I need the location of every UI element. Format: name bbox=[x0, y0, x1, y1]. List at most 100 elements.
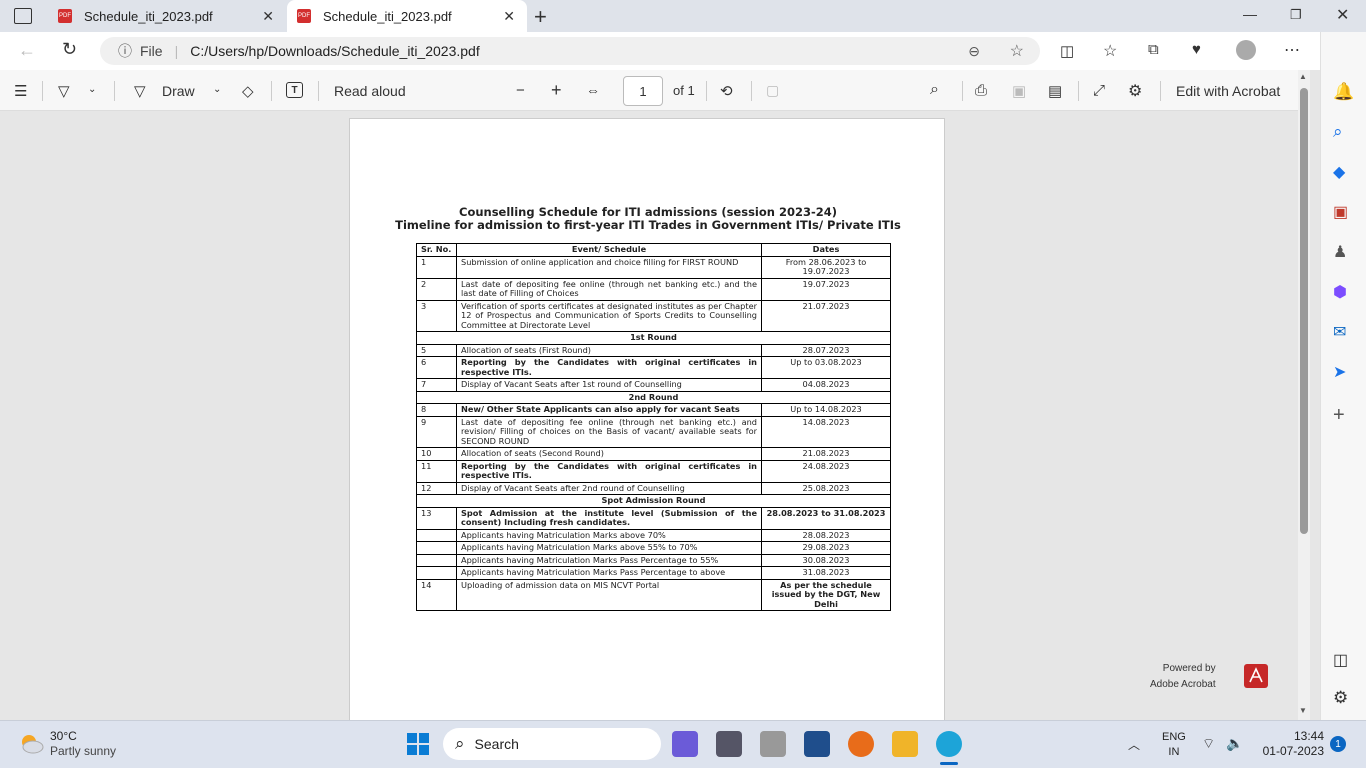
fullscreen-icon[interactable]: ⤢ bbox=[1093, 82, 1105, 99]
find-icon[interactable]: ⌕ bbox=[930, 81, 939, 99]
round-title: 1st Round bbox=[416, 331, 891, 345]
eraser-icon[interactable]: ◇ bbox=[242, 82, 254, 100]
save-as-icon[interactable]: ▤ bbox=[1048, 82, 1062, 100]
settings-icon[interactable]: ⚙ bbox=[1128, 81, 1142, 101]
table-row: 13 Spot Admission at the institute level … bbox=[416, 506, 891, 530]
edit-with-acrobat-button[interactable]: Edit with Acrobat bbox=[1176, 83, 1280, 99]
send-icon[interactable]: ➤ bbox=[1333, 362, 1346, 382]
performance-icon[interactable]: ♥ bbox=[1192, 41, 1201, 58]
back-icon[interactable]: ← bbox=[18, 40, 36, 61]
more-icon[interactable]: ⋯ bbox=[1284, 40, 1300, 60]
draw-button[interactable]: Draw bbox=[162, 83, 195, 99]
highlight-icon[interactable]: ▽ bbox=[58, 82, 70, 100]
shopping-tag-icon[interactable]: ◆ bbox=[1333, 162, 1345, 182]
firefox-icon[interactable] bbox=[848, 731, 874, 757]
table-row: 6 Reporting by the Candidates with origin… bbox=[416, 356, 891, 379]
close-window-icon[interactable]: ✕ bbox=[1336, 5, 1349, 25]
page-number-input[interactable]: 1 bbox=[623, 76, 663, 106]
games-icon[interactable]: ♟ bbox=[1333, 242, 1347, 262]
scroll-down-icon[interactable]: ▼ bbox=[1299, 706, 1307, 715]
favorite-star-icon[interactable]: ☆ bbox=[1010, 41, 1024, 61]
fit-page-icon[interactable]: ⇔ bbox=[586, 82, 600, 98]
teams-icon[interactable] bbox=[672, 731, 698, 757]
pdf-icon: PDF bbox=[297, 9, 311, 23]
draw-icon[interactable]: ▽ bbox=[134, 82, 146, 100]
tab-actions-icon[interactable] bbox=[14, 8, 32, 24]
table-row: Applicants having Matriculation Marks Pa… bbox=[416, 553, 891, 567]
weather-widget[interactable]: 30°C Partly sunny bbox=[50, 729, 116, 759]
print-icon[interactable]: ⎙ bbox=[975, 82, 987, 99]
gear-icon[interactable]: ⚙ bbox=[1333, 688, 1348, 708]
search-icon[interactable]: ⌕ bbox=[1333, 122, 1343, 142]
cell-event: Uploading of admission data on MIS NCVT … bbox=[456, 578, 762, 611]
save-icon[interactable]: ▣ bbox=[1012, 82, 1026, 100]
read-aloud-button[interactable]: Read aloud bbox=[334, 83, 406, 99]
table-row: 7 Display of Vacant Seats after 1st round… bbox=[416, 378, 891, 392]
cell-sr: 8 bbox=[416, 403, 457, 417]
cell-event: Allocation of seats (First Round) bbox=[456, 343, 762, 357]
url-field[interactable]: ⓘ File | C:/Users/hp/Downloads/Schedule_… bbox=[100, 37, 1040, 65]
restore-icon[interactable]: ❐ bbox=[1290, 7, 1302, 23]
start-icon[interactable] bbox=[406, 732, 430, 756]
zoom-out-icon[interactable]: − bbox=[516, 82, 525, 99]
clock-date: 01-07-2023 bbox=[1262, 744, 1324, 758]
cell-sr bbox=[416, 528, 457, 542]
powered-by: Powered by Adobe Acrobat bbox=[1150, 661, 1216, 693]
scroll-up-icon[interactable]: ▲ bbox=[1299, 72, 1307, 81]
scrollbar-thumb[interactable] bbox=[1300, 88, 1308, 534]
zoom-in-icon[interactable]: + bbox=[551, 80, 562, 101]
chevron-down-icon[interactable]: ⌄ bbox=[213, 84, 221, 95]
tools-icon[interactable]: ▣ bbox=[1333, 202, 1348, 222]
app-icon[interactable] bbox=[760, 731, 786, 757]
contents-icon[interactable]: ☰ bbox=[14, 82, 27, 100]
cell-event: Reporting by the Candidates with origina… bbox=[456, 356, 762, 379]
collections-icon[interactable]: ⧉ bbox=[1148, 41, 1159, 58]
cell-sr: 1 bbox=[416, 255, 457, 279]
sidebar-toggle-icon[interactable]: ◫ bbox=[1333, 650, 1348, 670]
volume-icon[interactable]: 🔈 bbox=[1226, 735, 1243, 752]
tab-1[interactable]: PDF Schedule_iti_2023.pdf ✕ bbox=[48, 0, 286, 32]
app-icon[interactable] bbox=[804, 731, 830, 757]
wifi-icon[interactable]: ⌔ bbox=[1202, 735, 1215, 753]
profile-avatar[interactable] bbox=[1236, 40, 1256, 60]
cell-dates: 19.07.2023 bbox=[761, 277, 891, 301]
language-indicator[interactable]: ENG IN bbox=[1162, 730, 1186, 760]
refresh-icon[interactable]: ↻ bbox=[62, 39, 77, 60]
table-row: 10 Allocation of seats (Second Round) 21.0… bbox=[416, 447, 891, 461]
cell-event: Allocation of seats (Second Round) bbox=[456, 447, 762, 461]
notification-badge[interactable]: 1 bbox=[1330, 736, 1346, 752]
cell-dates: 29.08.2023 bbox=[761, 541, 891, 555]
close-tab-icon[interactable]: ✕ bbox=[503, 8, 515, 25]
url-text: C:/Users/hp/Downloads/Schedule_iti_2023.… bbox=[190, 43, 480, 59]
weather-desc: Partly sunny bbox=[50, 744, 117, 758]
app-icon[interactable] bbox=[716, 731, 742, 757]
new-tab-icon[interactable]: + bbox=[534, 4, 547, 30]
office-icon[interactable]: ⬢ bbox=[1333, 282, 1347, 302]
outlook-icon[interactable]: ✉ bbox=[1333, 322, 1346, 342]
cell-sr: 3 bbox=[416, 299, 457, 332]
file-explorer-icon[interactable] bbox=[892, 731, 918, 757]
chevron-up-icon[interactable]: ︿ bbox=[1128, 736, 1140, 753]
cell-dates: Up to 14.08.2023 bbox=[761, 403, 891, 417]
bell-icon[interactable]: 🔔 bbox=[1333, 82, 1354, 102]
schedule-table: Sr. No. Event/ Schedule Dates 1 Submissio… bbox=[416, 243, 891, 611]
add-icon[interactable]: + bbox=[1333, 404, 1345, 427]
favorites-icon[interactable]: ☆ bbox=[1103, 41, 1117, 61]
info-icon[interactable]: ⓘ bbox=[118, 41, 132, 61]
split-screen-icon[interactable]: ◫ bbox=[1060, 42, 1074, 60]
zoom-icon[interactable]: ⊖ bbox=[968, 43, 980, 60]
weather-icon[interactable] bbox=[18, 731, 44, 755]
cell-dates: 25.08.2023 bbox=[761, 481, 891, 495]
header-event: Event/ Schedule bbox=[456, 243, 762, 257]
page-view-icon[interactable]: ▢ bbox=[766, 82, 779, 99]
cell-dates: From 28.06.2023 to 19.07.2023 bbox=[761, 255, 891, 279]
close-tab-icon[interactable]: ✕ bbox=[262, 8, 274, 25]
text-icon[interactable]: T bbox=[286, 82, 303, 98]
minimize-icon[interactable]: — bbox=[1243, 6, 1257, 22]
tab-2[interactable]: PDF Schedule_iti_2023.pdf ✕ bbox=[287, 0, 527, 32]
edge-icon[interactable] bbox=[936, 731, 962, 757]
rotate-icon[interactable]: ⟲ bbox=[720, 82, 733, 100]
chevron-down-icon[interactable]: ⌄ bbox=[88, 84, 96, 95]
taskbar-search[interactable]: ⌕ Search bbox=[443, 728, 661, 760]
clock[interactable]: 13:44 01-07-2023 bbox=[1256, 729, 1324, 759]
